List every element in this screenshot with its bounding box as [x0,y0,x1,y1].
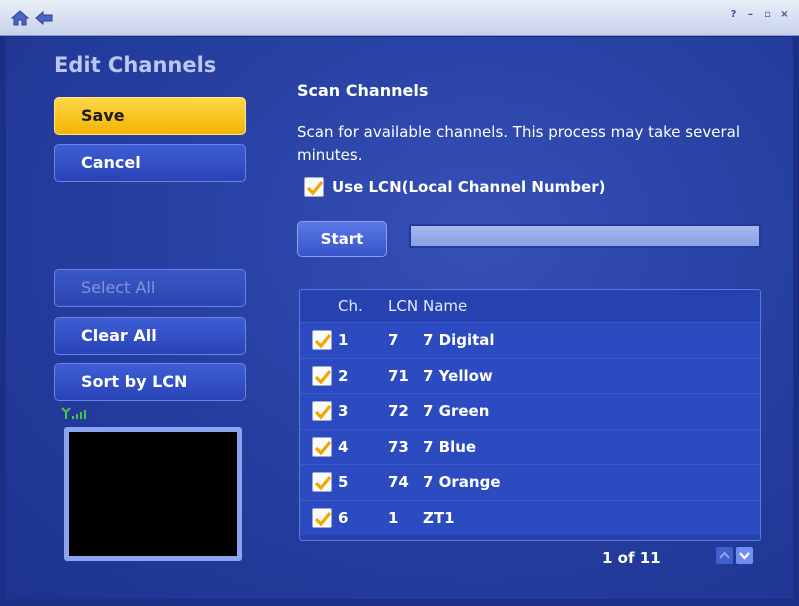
page-indicator: 1 of 11 [602,549,661,567]
table-row[interactable]: 5 74 7 Orange [300,464,760,500]
cell-ch: 6 [338,508,349,527]
page-down-button[interactable] [736,547,753,564]
cell-name: 7 Orange [423,473,501,492]
select-all-button[interactable]: Select All [54,269,246,307]
cell-lcn: 74 [388,473,409,492]
checkmark-icon [314,440,332,456]
cell-ch: 2 [338,366,349,385]
scan-description: Scan for available channels. This proces… [297,123,740,164]
window-controls: ? – ▫ × [727,8,791,22]
cell-ch: 1 [338,331,349,350]
save-button[interactable]: Save [54,97,246,135]
help-icon[interactable]: ? [727,8,740,22]
row-checkbox[interactable] [312,330,332,351]
home-icon[interactable] [10,9,30,27]
row-checkbox[interactable] [312,401,332,422]
sort-by-lcn-button[interactable]: Sort by LCN [54,363,246,401]
row-checkbox[interactable] [312,507,332,528]
title-bar: ? – ▫ × [0,0,799,36]
back-icon[interactable] [34,9,54,27]
table-row[interactable]: 2 71 7 Yellow [300,357,760,393]
header-name: Name [423,297,468,315]
table-row[interactable]: 1 7 7 Digital [300,322,760,358]
use-lcn-checkbox[interactable] [304,177,324,197]
header-ch: Ch. [338,297,363,315]
row-checkbox[interactable] [312,472,332,493]
cell-lcn: 72 [388,402,409,421]
scan-progress-bar [409,224,761,248]
table-row[interactable]: 3 72 7 Green [300,393,760,429]
checkmark-icon [314,511,332,527]
cell-lcn: 7 [388,331,399,350]
cell-lcn: 71 [388,366,409,385]
checkmark-icon [314,369,332,385]
restore-icon[interactable]: ▫ [761,8,774,22]
table-row[interactable]: 6 1 ZT1 [300,499,760,535]
close-icon[interactable]: × [778,8,791,22]
minimize-icon[interactable]: – [744,8,757,22]
cell-lcn: 1 [388,508,399,527]
cell-name: 7 Green [423,402,490,421]
checkmark-icon [314,334,332,349]
start-button[interactable]: Start [297,221,387,257]
channel-table: Ch. LCN Name 1 7 7 Digital 2 71 7 Yellow 3 72 7 … [299,289,761,541]
video-preview [64,427,242,561]
scan-channels-title: Scan Channels [297,81,429,100]
header-lcn: LCN [388,297,419,315]
cancel-button[interactable]: Cancel [54,144,246,182]
table-header: Ch. LCN Name [300,290,760,322]
cell-name: 7 Digital [423,331,495,350]
cell-ch: 5 [338,473,349,492]
checkmark-icon [314,476,332,491]
signal-strength-icon [61,407,86,419]
row-checkbox[interactable] [312,365,332,386]
page-up-button[interactable] [716,547,733,564]
cell-name: 7 Yellow [423,366,493,385]
use-lcn-option[interactable]: Use LCN(Local Channel Number) [304,177,605,197]
cell-lcn: 73 [388,437,409,456]
use-lcn-label: Use LCN(Local Channel Number) [332,178,606,196]
cell-name: ZT1 [423,508,455,527]
cell-ch: 3 [338,402,349,421]
page-title: Edit Channels [54,53,217,77]
checkmark-icon [306,180,324,196]
table-row[interactable]: 4 73 7 Blue [300,428,760,464]
checkmark-icon [314,405,332,420]
cell-name: 7 Blue [423,437,477,456]
row-checkbox[interactable] [312,436,332,457]
main-panel: Edit Channels Save Cancel Select All Cle… [6,37,793,599]
cell-ch: 4 [338,437,349,456]
clear-all-button[interactable]: Clear All [54,317,246,355]
scan-progress-fill [411,226,759,246]
